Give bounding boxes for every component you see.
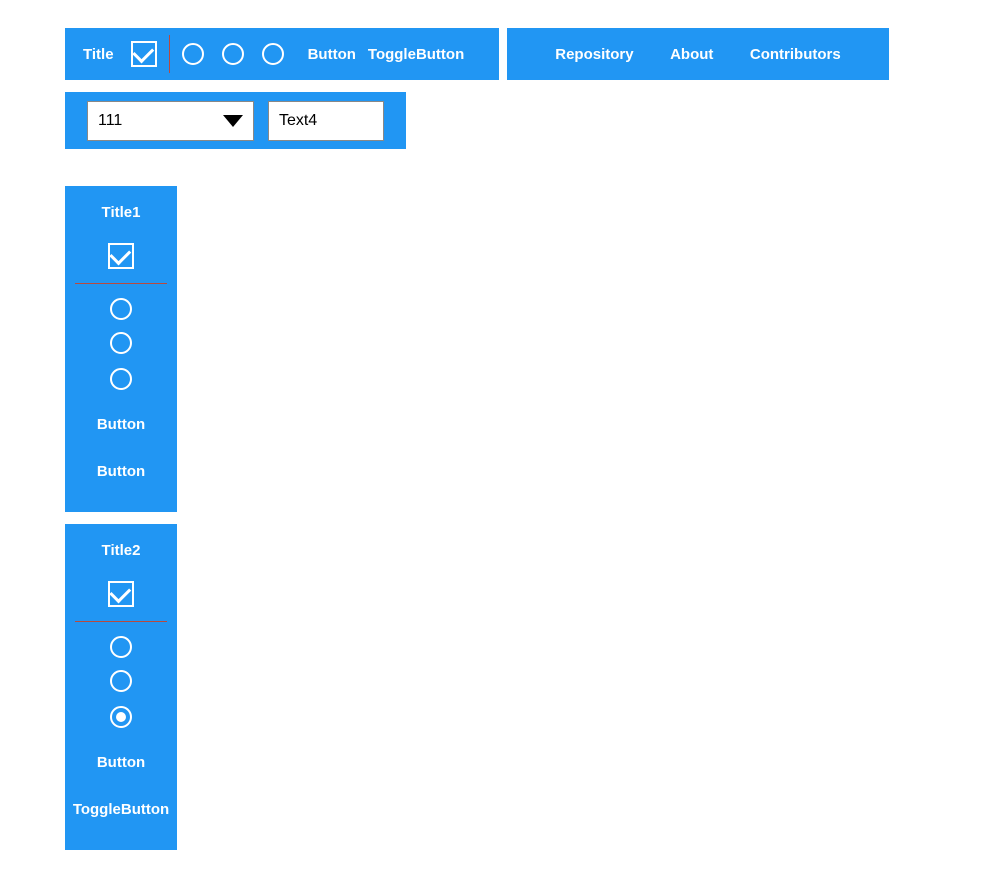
vertical-panel-2: Title2 Button ToggleButton: [65, 524, 177, 850]
check-icon: [132, 41, 154, 63]
panel2-checkbox[interactable]: [108, 581, 134, 607]
toolbar-radio-group: [182, 43, 284, 65]
toolbar-checkbox[interactable]: [131, 41, 157, 67]
nav-about[interactable]: About: [670, 46, 713, 63]
combo-value: 111: [98, 112, 122, 130]
radio-1[interactable]: [182, 43, 204, 65]
input-toolbar: 111 Text4: [65, 92, 406, 149]
check-icon: [109, 243, 131, 265]
radio-2[interactable]: [222, 43, 244, 65]
panel2-radio-1[interactable]: [110, 636, 132, 658]
panel2-radio-group-a: [110, 636, 132, 692]
check-icon: [109, 581, 131, 603]
panel1-radio-group-b: [110, 368, 132, 390]
panel1-radio-group-a: [110, 298, 132, 354]
nav-repository[interactable]: Repository: [555, 46, 633, 63]
separator: [169, 35, 170, 73]
panel2-button[interactable]: Button: [97, 754, 145, 771]
radio-dot-icon: [116, 712, 126, 722]
panel1-button-1[interactable]: Button: [97, 416, 145, 433]
panel1-button-2[interactable]: Button: [97, 463, 145, 480]
panel1-title: Title1: [102, 204, 141, 221]
panel1-checkbox[interactable]: [108, 243, 134, 269]
panel1-radio-3[interactable]: [110, 368, 132, 390]
combo-box[interactable]: 111: [87, 101, 254, 141]
text-value: Text4: [279, 112, 317, 130]
panel2-radio-group-b: [110, 706, 132, 728]
panel1-radio-1[interactable]: [110, 298, 132, 320]
toolbar-toggle-button[interactable]: ToggleButton: [362, 46, 470, 63]
panel2-radio-2[interactable]: [110, 670, 132, 692]
nav-contributors[interactable]: Contributors: [750, 46, 841, 63]
vertical-panel-1: Title1 Button Button: [65, 186, 177, 512]
chevron-down-icon: [223, 115, 243, 127]
panel2-title: Title2: [102, 542, 141, 559]
toolbar-title: Title: [83, 46, 114, 63]
panel2-toggle-button[interactable]: ToggleButton: [73, 801, 169, 818]
panel1-radio-2[interactable]: [110, 332, 132, 354]
toolbar-button[interactable]: Button: [302, 46, 362, 63]
separator: [75, 621, 167, 622]
radio-3[interactable]: [262, 43, 284, 65]
separator: [75, 283, 167, 284]
top-toolbar-left: Title Button ToggleButton: [65, 28, 499, 80]
text-input[interactable]: Text4: [268, 101, 384, 141]
panel2-radio-3[interactable]: [110, 706, 132, 728]
top-toolbar-right: Repository About Contributors: [507, 28, 889, 80]
